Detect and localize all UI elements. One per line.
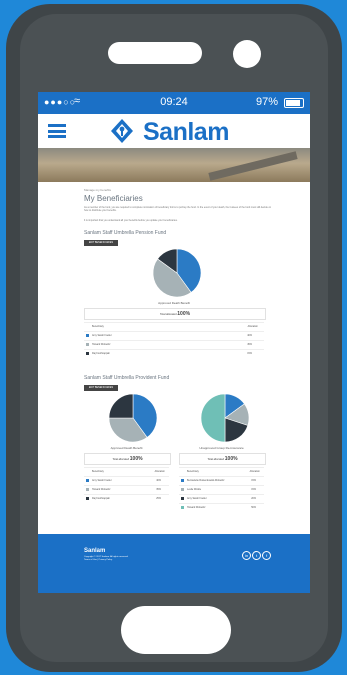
beneficiary-name: Bernadette Rostenkowski-Wolowitz <box>187 479 225 482</box>
camera-icon <box>233 40 261 68</box>
intro-text-2: It is important that you understand all … <box>84 219 178 222</box>
beneficiary-name: Amy Sarah Fowler <box>92 334 112 337</box>
footer-links[interactable]: Terms of Use | Privacy Policy <box>84 559 112 561</box>
table-row: Howard Wolowitz 50% <box>179 503 264 512</box>
table-row: Bernadette Rostenkowski-Wolowitz 15% <box>179 476 264 485</box>
legend-swatch <box>86 343 89 346</box>
pension-fund-title: Sanlam Staff Umbrella Pension Fund <box>84 230 167 236</box>
pension-chart-caption: Approved Death Benefit <box>158 301 190 305</box>
beneficiary-allocation: 40% <box>156 479 161 482</box>
legend-swatch <box>181 479 184 482</box>
legend-swatch <box>181 506 184 509</box>
table-row: Leslie Winkle 15% <box>179 485 264 494</box>
reinsurance-chart-caption: Unapproved Group Re-Insurance <box>199 446 244 450</box>
table-row: Amy Sarah Fowler 40% <box>84 331 264 340</box>
col-beneficiary: Beneficiary <box>187 470 199 473</box>
battery-icon <box>284 98 304 108</box>
site-header: Sanlam <box>38 114 310 148</box>
beneficiary-allocation: 15% <box>251 488 256 491</box>
table-header: Beneficiary Allocation <box>84 467 169 476</box>
twitter-icon[interactable]: t <box>252 551 261 560</box>
footer-logo[interactable]: Sanlam <box>84 548 105 554</box>
table-row: Raj Koothrappali 15% <box>84 349 264 358</box>
copyright-text: Copyright © 2017 Sanlam. All rights rese… <box>84 556 129 558</box>
table-row: Amy Sarah Fowler 20% <box>179 494 264 503</box>
reinsurance-pie-chart <box>200 393 250 443</box>
table-row: Howard Wolowitz 45% <box>84 340 264 349</box>
col-beneficiary: Beneficiary <box>92 325 104 328</box>
facebook-icon[interactable]: f <box>262 551 271 560</box>
breadcrumb[interactable]: Manage my benefits <box>84 188 111 192</box>
legend-swatch <box>86 497 89 500</box>
legend-swatch <box>181 488 184 491</box>
sanlam-logo-icon[interactable] <box>108 118 136 144</box>
beneficiary-name: Amy Sarah Fowler <box>187 497 207 500</box>
beneficiary-allocation: 20% <box>251 497 256 500</box>
beneficiary-name: Raj Koothrappali <box>92 352 110 355</box>
beneficiary-allocation: 50% <box>251 506 256 509</box>
site-footer: Sanlam Copyright © 2017 Sanlam. All righ… <box>38 534 310 593</box>
home-button[interactable] <box>121 606 231 654</box>
intro-text: As a member of the fund, you are require… <box>84 206 272 213</box>
total-value: 100% <box>177 311 191 317</box>
beneficiary-name: Leslie Winkle <box>187 488 202 491</box>
col-allocation: Allocation <box>247 325 258 328</box>
battery-percentage: 97% <box>255 96 278 108</box>
legend-swatch <box>181 497 184 500</box>
legend-swatch <box>86 479 89 482</box>
reinsurance-beneficiary-table: Beneficiary Allocation Bernadette Rosten… <box>179 467 264 512</box>
table-row: Raj Koothrappali 25% <box>84 494 169 503</box>
edit-beneficiaries-button[interactable]: EDIT BENEFICIARIES <box>84 240 118 246</box>
hero-image <box>38 148 310 182</box>
col-allocation: Allocation <box>249 470 260 473</box>
beneficiary-name: Howard Wolowitz <box>187 506 206 509</box>
menu-icon[interactable] <box>48 124 66 138</box>
beneficiary-allocation: 40% <box>247 334 252 337</box>
pie-slice-3 <box>108 393 134 419</box>
provident-beneficiary-table: Beneficiary Allocation Amy Sarah Fowler … <box>84 467 169 503</box>
page-title: My Beneficiaries <box>84 194 143 203</box>
provident-fund-title: Sanlam Staff Umbrella Provident Fund <box>84 375 170 381</box>
provident-total-box: Total allocated 100% <box>84 453 171 465</box>
beneficiary-allocation: 45% <box>247 343 252 346</box>
beneficiary-allocation: 25% <box>156 497 161 500</box>
beneficiary-name: Howard Wolowitz <box>92 343 111 346</box>
total-value: 100% <box>129 456 143 462</box>
provident-pie-chart <box>108 393 158 443</box>
total-label: Total allocated <box>207 458 225 461</box>
beneficiary-allocation: 35% <box>156 488 161 491</box>
total-value: 100% <box>224 456 238 462</box>
speaker-icon <box>108 42 202 64</box>
legend-swatch <box>86 352 89 355</box>
pie-slice-4 <box>200 393 226 443</box>
beneficiary-allocation: 15% <box>251 479 256 482</box>
beneficiary-name: Amy Sarah Fowler <box>92 479 112 482</box>
reinsurance-total-box: Total allocated 100% <box>179 453 266 465</box>
status-bar: ●●●○○ ≈ 09:24 97% <box>38 92 310 114</box>
legend-swatch <box>86 334 89 337</box>
brand-name[interactable]: Sanlam <box>143 118 229 147</box>
provident-chart-caption: Approved Death Benefit <box>110 446 143 450</box>
beneficiary-name: Raj Koothrappali <box>92 497 110 500</box>
total-label: Total allocated <box>159 313 177 316</box>
pension-total-box: Total allocated 100% <box>84 308 266 320</box>
col-beneficiary: Beneficiary <box>92 470 104 473</box>
beneficiary-allocation: 15% <box>247 352 252 355</box>
table-header: Beneficiary Allocation <box>179 467 264 476</box>
col-allocation: Allocation <box>154 470 165 473</box>
total-label: Total allocated <box>112 458 130 461</box>
beneficiary-name: Howard Wolowitz <box>92 488 111 491</box>
pension-pie-chart <box>152 248 202 298</box>
table-row: Amy Sarah Fowler 40% <box>84 476 169 485</box>
pension-beneficiary-table: Beneficiary Allocation Amy Sarah Fowler … <box>84 322 264 358</box>
linkedin-icon[interactable]: in <box>242 551 251 560</box>
legend-swatch <box>86 488 89 491</box>
table-row: Howard Wolowitz 35% <box>84 485 169 494</box>
edit-beneficiaries-button[interactable]: EDIT BENEFICIARIES <box>84 385 118 391</box>
table-header: Beneficiary Allocation <box>84 322 264 331</box>
footer-copyright: Copyright © 2017 Sanlam. All rights rese… <box>84 556 194 562</box>
phone-screen: ●●●○○ ≈ 09:24 97% Sanlam Manage my benef… <box>38 92 310 593</box>
